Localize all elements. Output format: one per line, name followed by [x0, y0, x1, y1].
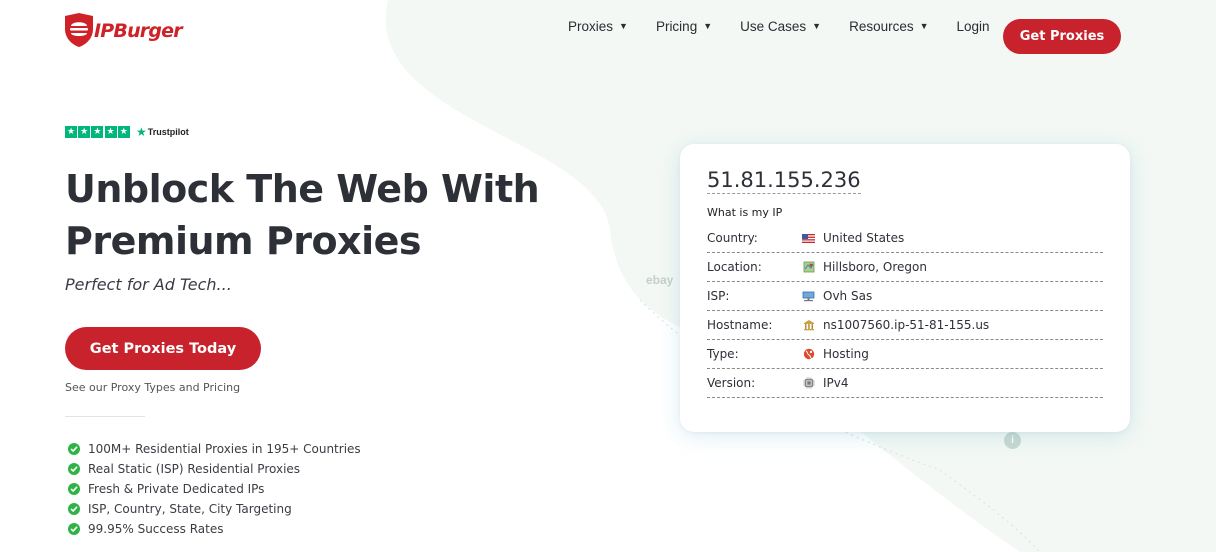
ip-row-hostname: Hostname: ns1007560.ip-51-81-155.us	[707, 311, 1103, 340]
ip-row-value: Hillsboro, Oregon	[823, 260, 927, 274]
feature-item: Fresh & Private Dedicated IPs	[68, 479, 361, 499]
feature-item: 99.95% Success Rates	[68, 519, 361, 539]
nav-resources-label: Resources	[849, 19, 914, 34]
globe-icon	[802, 348, 815, 360]
ip-row-label: ISP:	[707, 289, 730, 303]
shield-logo-icon	[65, 13, 93, 47]
trustpilot-rating[interactable]: ★ ★ ★ ★ ★ ★ Trustpilot	[65, 125, 189, 139]
trustpilot-star-icon: ★	[135, 125, 147, 139]
check-icon	[68, 443, 80, 455]
ip-row-label: Location:	[707, 260, 762, 274]
proxy-types-link[interactable]: See our Proxy Types and Pricing	[65, 381, 240, 394]
server-icon	[802, 320, 815, 331]
feature-text: Fresh & Private Dedicated IPs	[88, 482, 265, 496]
star-icon: ★	[104, 126, 117, 138]
chevron-down-icon: ▼	[619, 20, 628, 31]
feature-list: 100M+ Residential Proxies in 195+ Countr…	[68, 439, 361, 539]
chevron-down-icon: ▼	[812, 20, 822, 31]
star-icon: ★	[78, 126, 91, 138]
get-proxies-button[interactable]: Get Proxies	[1003, 19, 1121, 54]
ip-row-label: Version:	[707, 376, 756, 390]
chevron-down-icon: ▼	[703, 20, 713, 31]
divider	[65, 416, 145, 417]
ip-row-value: United States	[823, 231, 905, 245]
check-icon	[68, 503, 80, 515]
ip-row-value: Ovh Sas	[823, 289, 873, 303]
us-flag-icon	[802, 233, 815, 244]
ip-caption: What is my IP	[707, 206, 783, 219]
feature-text: Real Static (ISP) Residential Proxies	[88, 462, 301, 476]
nav-proxies[interactable]: Proxies ▼	[568, 19, 628, 34]
chip-icon	[802, 377, 815, 389]
main-nav: Proxies ▼ Pricing ▼ Use Cases ▼ Resource…	[568, 19, 990, 34]
nav-resources[interactable]: Resources ▼	[849, 19, 928, 34]
feature-item: 100M+ Residential Proxies in 195+ Countr…	[68, 439, 361, 459]
star-icon: ★	[65, 126, 77, 138]
nav-use-cases-label: Use Cases	[740, 19, 807, 34]
network-icon	[802, 291, 815, 302]
nav-proxies-label: Proxies	[568, 19, 614, 34]
ip-details: Country: United States Location: Hillsbo…	[707, 224, 1103, 398]
ip-row-version: Version: IPv4	[707, 369, 1103, 398]
ip-row-location: Location: Hillsboro, Oregon	[707, 253, 1103, 282]
ip-row-isp: ISP: Ovh Sas	[707, 282, 1103, 311]
trustpilot-label: Trustpilot	[147, 127, 189, 137]
ip-row-label: Country:	[707, 231, 758, 245]
ebay-logo: ebay	[646, 273, 674, 287]
feature-text: 100M+ Residential Proxies in 195+ Countr…	[88, 442, 361, 456]
hero-title-line1: Unblock The Web With	[65, 167, 540, 211]
ip-row-label: Type:	[707, 347, 739, 361]
nav-pricing-label: Pricing	[655, 19, 698, 34]
ip-row-type: Type: Hosting	[707, 340, 1103, 369]
check-icon	[68, 463, 80, 475]
feature-text: 99.95% Success Rates	[88, 522, 224, 536]
feature-item: ISP, Country, State, City Targeting	[68, 499, 361, 519]
brand-name: IPBurger	[94, 20, 183, 42]
feature-text: ISP, Country, State, City Targeting	[88, 502, 292, 516]
map-icon	[802, 261, 815, 273]
star-icon: ★	[91, 126, 104, 138]
hero-subtitle: Perfect for Ad Tech...	[65, 275, 232, 294]
nav-login[interactable]: Login	[957, 19, 990, 34]
nav-login-label: Login	[956, 19, 990, 34]
nav-pricing[interactable]: Pricing ▼	[656, 19, 712, 34]
hero-title: Unblock The Web With Premium Proxies	[65, 163, 625, 267]
ip-row-label: Hostname:	[707, 318, 773, 332]
ip-row-value: IPv4	[823, 376, 849, 390]
feature-item: Real Static (ISP) Residential Proxies	[68, 459, 361, 479]
check-icon	[68, 483, 80, 495]
brand-logo[interactable]: IPBurger	[62, 12, 183, 48]
partner-bubble-icon: i	[1004, 432, 1021, 449]
chevron-down-icon: ▼	[919, 20, 929, 31]
ip-row-value: ns1007560.ip-51-81-155.us	[823, 318, 990, 332]
ip-row-country: Country: United States	[707, 224, 1103, 253]
nav-use-cases[interactable]: Use Cases ▼	[740, 19, 821, 34]
check-icon	[68, 523, 80, 535]
ip-row-value: Hosting	[823, 347, 869, 361]
star-icon: ★	[117, 126, 130, 138]
get-proxies-today-button[interactable]: Get Proxies Today	[65, 327, 261, 370]
ip-address[interactable]: 51.81.155.236	[707, 168, 861, 194]
hero-title-line2: Premium Proxies	[65, 219, 422, 263]
ip-info-card: 51.81.155.236 What is my IP Country: Uni…	[680, 144, 1130, 432]
